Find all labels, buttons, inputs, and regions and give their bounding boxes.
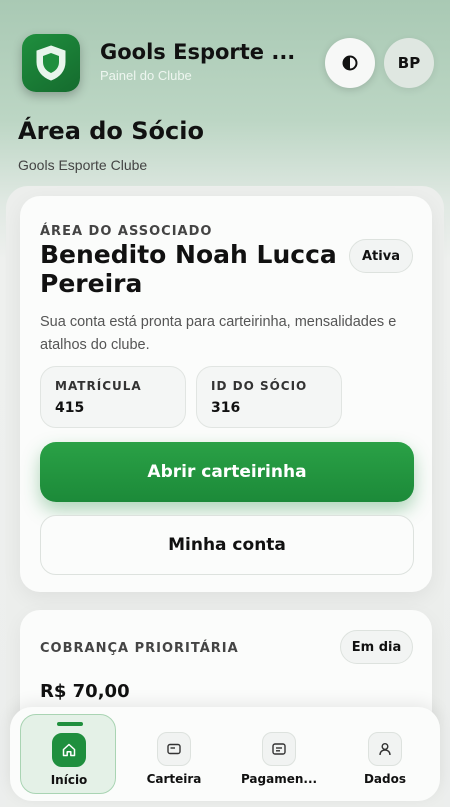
receipt-icon [262, 732, 296, 766]
user-icon [368, 732, 402, 766]
nav-label-home: Início [50, 773, 88, 787]
billing-title: COBRANÇA PRIORITÁRIA [40, 641, 239, 656]
shield-icon [36, 45, 66, 81]
app-subtitle: Painel do Clube [100, 68, 192, 83]
member-card-description: Sua conta está pronta para carteirinha, … [40, 314, 397, 353]
member-name: Benedito Noah Lucca Pereira [40, 240, 337, 298]
app-screen: Gools Esporte ... Painel do Clube BP Áre… [0, 0, 450, 807]
app-title: Gools Esporte ... [100, 40, 296, 64]
my-account-button[interactable]: Minha conta [40, 515, 414, 575]
page-subtitle: Gools Esporte Clube [18, 157, 148, 173]
active-indicator [57, 722, 83, 726]
card-icon [157, 732, 191, 766]
contrast-icon [342, 55, 358, 71]
nav-label-wallet: Carteira [146, 772, 202, 786]
member-id-label: ID DO SÓCIO [211, 379, 308, 393]
nav-label-payments: Pagamen... [240, 772, 318, 786]
status-badge: Ativa [349, 239, 413, 273]
app-header: Gools Esporte ... Painel do Clube BP [0, 0, 450, 110]
billing-amount: R$ 70,00 [40, 681, 130, 702]
avatar[interactable]: BP [384, 38, 434, 88]
billing-status-badge: Em dia [340, 630, 413, 664]
nav-item-data[interactable]: Dados [337, 714, 433, 794]
club-logo [22, 34, 80, 92]
nav-item-payments[interactable]: Pagamen... [231, 714, 327, 794]
member-id-value: 316 [211, 400, 241, 416]
member-card-eyebrow: ÁREA DO ASSOCIADO [40, 224, 213, 239]
registration-value: 415 [55, 400, 85, 416]
open-card-button[interactable]: Abrir carteirinha [40, 442, 414, 502]
nav-label-data: Dados [363, 772, 407, 786]
nav-item-wallet[interactable]: Carteira [126, 714, 222, 794]
member-id-stat: ID DO SÓCIO 316 [196, 366, 342, 428]
registration-label: MATRÍCULA [55, 379, 142, 393]
page-title: Área do Sócio [18, 117, 204, 145]
nav-item-home[interactable]: Início [20, 714, 116, 794]
home-icon [52, 733, 86, 767]
theme-toggle-button[interactable] [325, 38, 375, 88]
registration-stat: MATRÍCULA 415 [40, 366, 186, 428]
